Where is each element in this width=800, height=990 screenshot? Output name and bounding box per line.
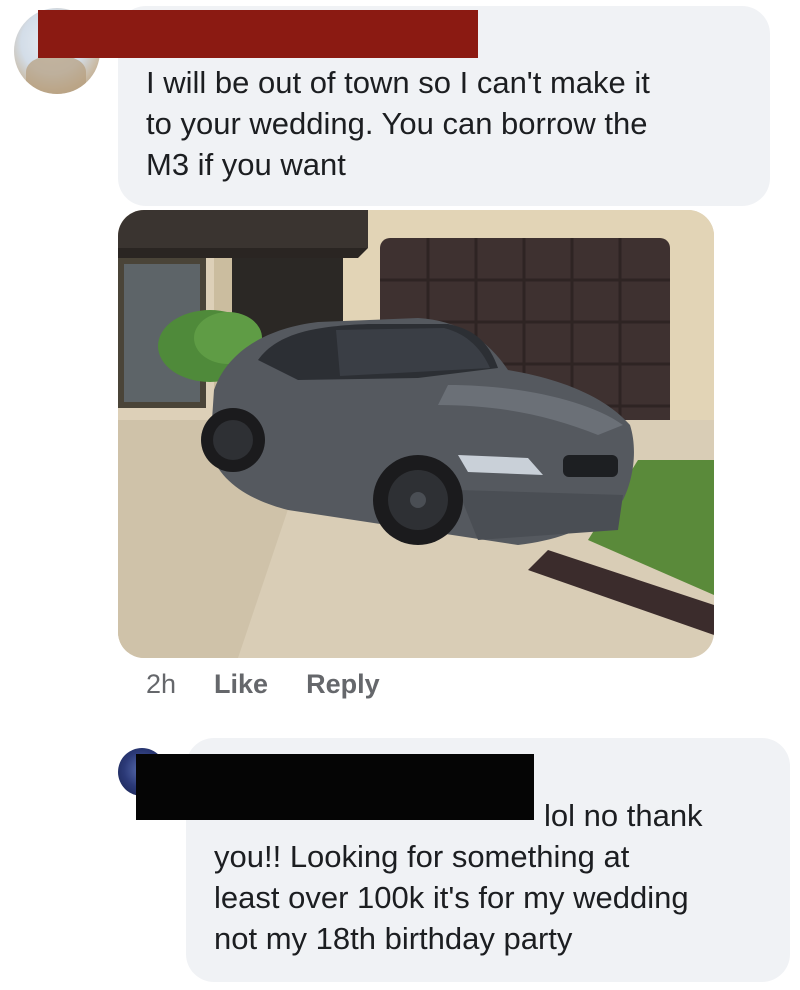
comment-1-timestamp[interactable]: 2h <box>146 669 176 700</box>
comment-1-attached-photo[interactable] <box>118 210 714 658</box>
comment-1-actions: 2h Like Reply <box>146 664 418 704</box>
reply-button[interactable]: Reply <box>306 669 380 700</box>
redacted-name-bar-red <box>38 10 478 58</box>
comment-1-text: I will be out of town so I can't make it… <box>146 65 650 182</box>
like-button[interactable]: Like <box>214 669 268 700</box>
comment-2-text: lol no thank you!! Looking for something… <box>214 798 703 956</box>
